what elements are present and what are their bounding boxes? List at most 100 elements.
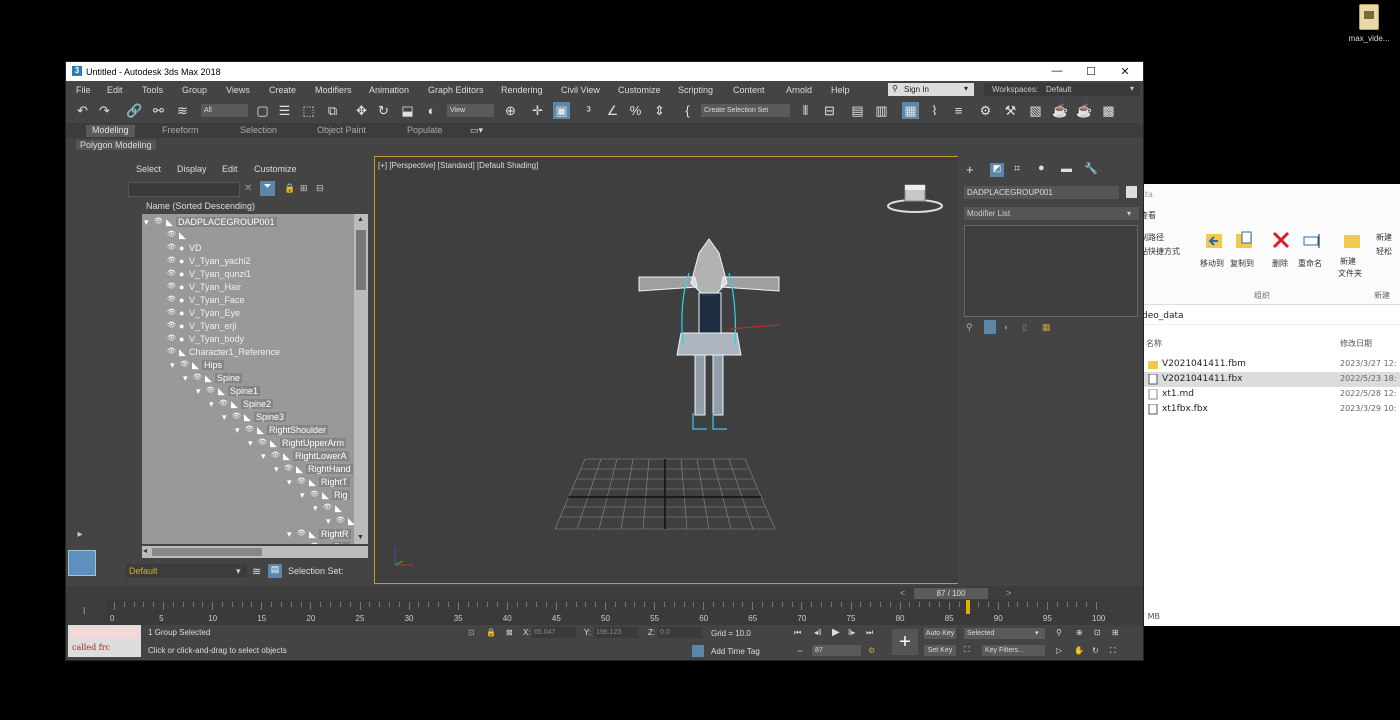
motion-tab-icon[interactable]: ● [1038, 162, 1045, 174]
column-header-name[interactable]: 名称 [1146, 338, 1162, 349]
expand-arrow-icon[interactable]: ▾ [170, 360, 175, 371]
maximize-button[interactable]: ☐ [1084, 65, 1098, 78]
visibility-eye-icon[interactable]: 👁 [297, 477, 306, 485]
move-icon[interactable]: ✥ [353, 102, 370, 119]
scene-tree-row[interactable]: 👁 ● V_Tyan_Eye [142, 307, 368, 320]
maxscript-listener[interactable]: called frc [68, 625, 141, 657]
goto-end-icon[interactable]: ⏭ [866, 628, 873, 638]
edit-named-selection-icon[interactable]: { [679, 102, 696, 119]
orbit-icon[interactable]: ↻ [1092, 646, 1099, 655]
expand-arrow-icon[interactable]: ▾ [300, 490, 305, 501]
visibility-eye-icon[interactable]: 👁 [167, 230, 176, 238]
play-icon[interactable]: ▶ [832, 627, 840, 638]
hierarchy-icon[interactable]: ⊞ [300, 183, 308, 194]
expand-arrow-icon[interactable]: ▾ [287, 529, 292, 540]
filter-active-icon[interactable]: ⏷ [260, 181, 275, 196]
scene-tree-row[interactable]: ▾ 👁 ◣ RightLowerA [142, 450, 368, 463]
visibility-eye-icon[interactable]: 👁 [219, 399, 228, 407]
file-row[interactable]: V2021041411.fbm 2023/3/27 12: [1140, 357, 1400, 372]
visibility-eye-icon[interactable]: 👁 [245, 425, 254, 433]
layers-icon[interactable]: ≋ [252, 565, 261, 578]
scene-tree-row[interactable]: ▾ 👁 ◣ Spine3 [142, 411, 368, 424]
angle-snap-icon[interactable]: ∠ [604, 102, 621, 119]
visibility-eye-icon[interactable]: 👁 [193, 373, 202, 381]
zoom-icon[interactable]: ⚲ [1056, 628, 1062, 637]
zoom-all-icon[interactable]: ⊕ [1076, 628, 1083, 637]
move-to-icon[interactable] [1204, 230, 1224, 250]
layer-dropdown[interactable]: Default ▾ [126, 564, 247, 578]
scale-icon[interactable]: ⬓ [399, 102, 416, 119]
align-icon[interactable]: ⊟ [821, 102, 838, 119]
visibility-eye-icon[interactable]: 👁 [167, 308, 176, 316]
expand-arrow-icon[interactable]: ▾ [300, 542, 305, 544]
menu-create[interactable]: Create [269, 85, 296, 95]
menu-rendering[interactable]: Rendering [501, 85, 543, 95]
field-of-view-icon[interactable]: ▷ [1056, 646, 1062, 655]
viewport-label[interactable]: [+] [Perspective] [Standard] [Default Sh… [378, 161, 538, 170]
visibility-eye-icon[interactable]: 👁 [167, 334, 176, 342]
scene-tree-row[interactable]: ▾ 👁 ◣ RightR [142, 528, 368, 541]
menu-group[interactable]: Group [182, 85, 207, 95]
render-setup-icon[interactable]: ⚒ [1002, 102, 1019, 119]
z-coord-field[interactable]: 0.0 [658, 627, 702, 638]
visibility-eye-icon[interactable]: 👁 [258, 438, 267, 446]
expand-arrow-icon[interactable]: ▾ [196, 386, 201, 397]
tab-populate[interactable]: Populate [407, 125, 443, 135]
visibility-eye-icon[interactable]: 👁 [167, 347, 176, 355]
select-manipulate-icon[interactable]: ✛ [529, 102, 546, 119]
menu-file[interactable]: File [76, 85, 91, 95]
snaps-toggle-icon[interactable]: ³ [580, 102, 597, 119]
workspaces-dropdown[interactable]: Workspaces: Default ▾ [984, 83, 1140, 96]
layer-explorer-icon[interactable]: ▥ [873, 102, 890, 119]
new-item-button[interactable]: 新建 [1376, 232, 1392, 243]
visibility-eye-icon[interactable]: 👁 [180, 360, 189, 368]
perspective-viewport[interactable]: [+] [Perspective] [Standard] [Default Sh… [374, 156, 960, 584]
maximize-viewport-icon[interactable]: ⛶ [1110, 646, 1116, 656]
address-bar[interactable]: deo_data [1140, 308, 1400, 325]
time-tag-icon[interactable] [692, 645, 704, 657]
undo-icon[interactable]: ↶ [74, 102, 91, 119]
zoom-extents-icon[interactable]: ⊡ [1094, 628, 1101, 637]
scene-tree-row[interactable]: ▾ 👁 ◣ RightT [142, 476, 368, 489]
zoom-extents-all-icon[interactable]: ⊞ [1112, 628, 1119, 637]
file-row[interactable]: xt1fbx.fbx 2023/3/29 10: [1140, 402, 1400, 417]
expand-arrow-icon[interactable]: ▸ [74, 529, 86, 541]
visibility-eye-icon[interactable]: 👁 [310, 490, 319, 498]
isolate-icon[interactable]: ⊡ [468, 628, 475, 637]
selection-lock-icon[interactable]: 🔒 [486, 628, 496, 637]
object-name-field[interactable]: DADPLACEGROUP001 [964, 186, 1119, 199]
scene-tree-row[interactable]: ▾ 👁 ◣ Spine [142, 372, 368, 385]
render-cloud-icon[interactable]: ▩ [1100, 102, 1117, 119]
scene-menu-select[interactable]: Select [136, 164, 161, 174]
select-object-icon[interactable]: ▢ [254, 102, 271, 119]
render-iterative-icon[interactable]: ☕ [1076, 102, 1093, 119]
scene-tree-row[interactable]: ▾ 👁 ◣ RightUpperArm [142, 437, 368, 450]
visibility-eye-icon[interactable]: 👁 [154, 217, 163, 225]
percent-snap-icon[interactable]: % [627, 102, 644, 119]
scene-tree-row[interactable]: 👁 ● VD [142, 242, 368, 255]
scene-tree-row[interactable]: 👁 ◣ [142, 229, 368, 242]
menu-views[interactable]: Views [226, 85, 250, 95]
ribbon-toggle-icon[interactable]: ▦ [902, 102, 919, 119]
file-row[interactable]: xt1.md 2022/5/28 12: [1140, 387, 1400, 402]
maxscript-input[interactable] [70, 627, 139, 638]
next-frame-icon[interactable]: > [1006, 588, 1011, 598]
tab-object-paint[interactable]: Object Paint [317, 125, 366, 135]
schematic-view-icon[interactable]: ≡ [950, 102, 967, 119]
display-tab-icon[interactable]: ▬ [1061, 163, 1072, 175]
utilities-tab-icon[interactable]: 🔧 [1084, 162, 1098, 175]
goto-start-icon[interactable]: ⏮ [794, 628, 801, 638]
scene-tree-row[interactable]: 👁 ● V_Tyan_body [142, 333, 368, 346]
rotate-icon[interactable]: ↻ [375, 102, 392, 119]
clear-search-icon[interactable]: ✕ [244, 183, 252, 194]
sign-in-dropdown[interactable]: ⚲ Sign In ▾ [888, 83, 974, 96]
ribbon-options-icon[interactable]: ▭▾ [470, 125, 483, 136]
viewport-layout-icon[interactable] [68, 550, 96, 576]
expand-arrow-icon[interactable]: ▾ [222, 412, 227, 423]
menu-civil-view[interactable]: Civil View [561, 85, 600, 95]
sort-icon[interactable]: ⊟ [316, 183, 324, 194]
set-key-big-icon[interactable]: + [892, 629, 918, 655]
visibility-eye-icon[interactable]: 👁 [336, 516, 345, 524]
reference-coord-dropdown[interactable]: View [447, 104, 494, 117]
key-mode-toggle-icon[interactable]: ⇔ [796, 646, 804, 655]
